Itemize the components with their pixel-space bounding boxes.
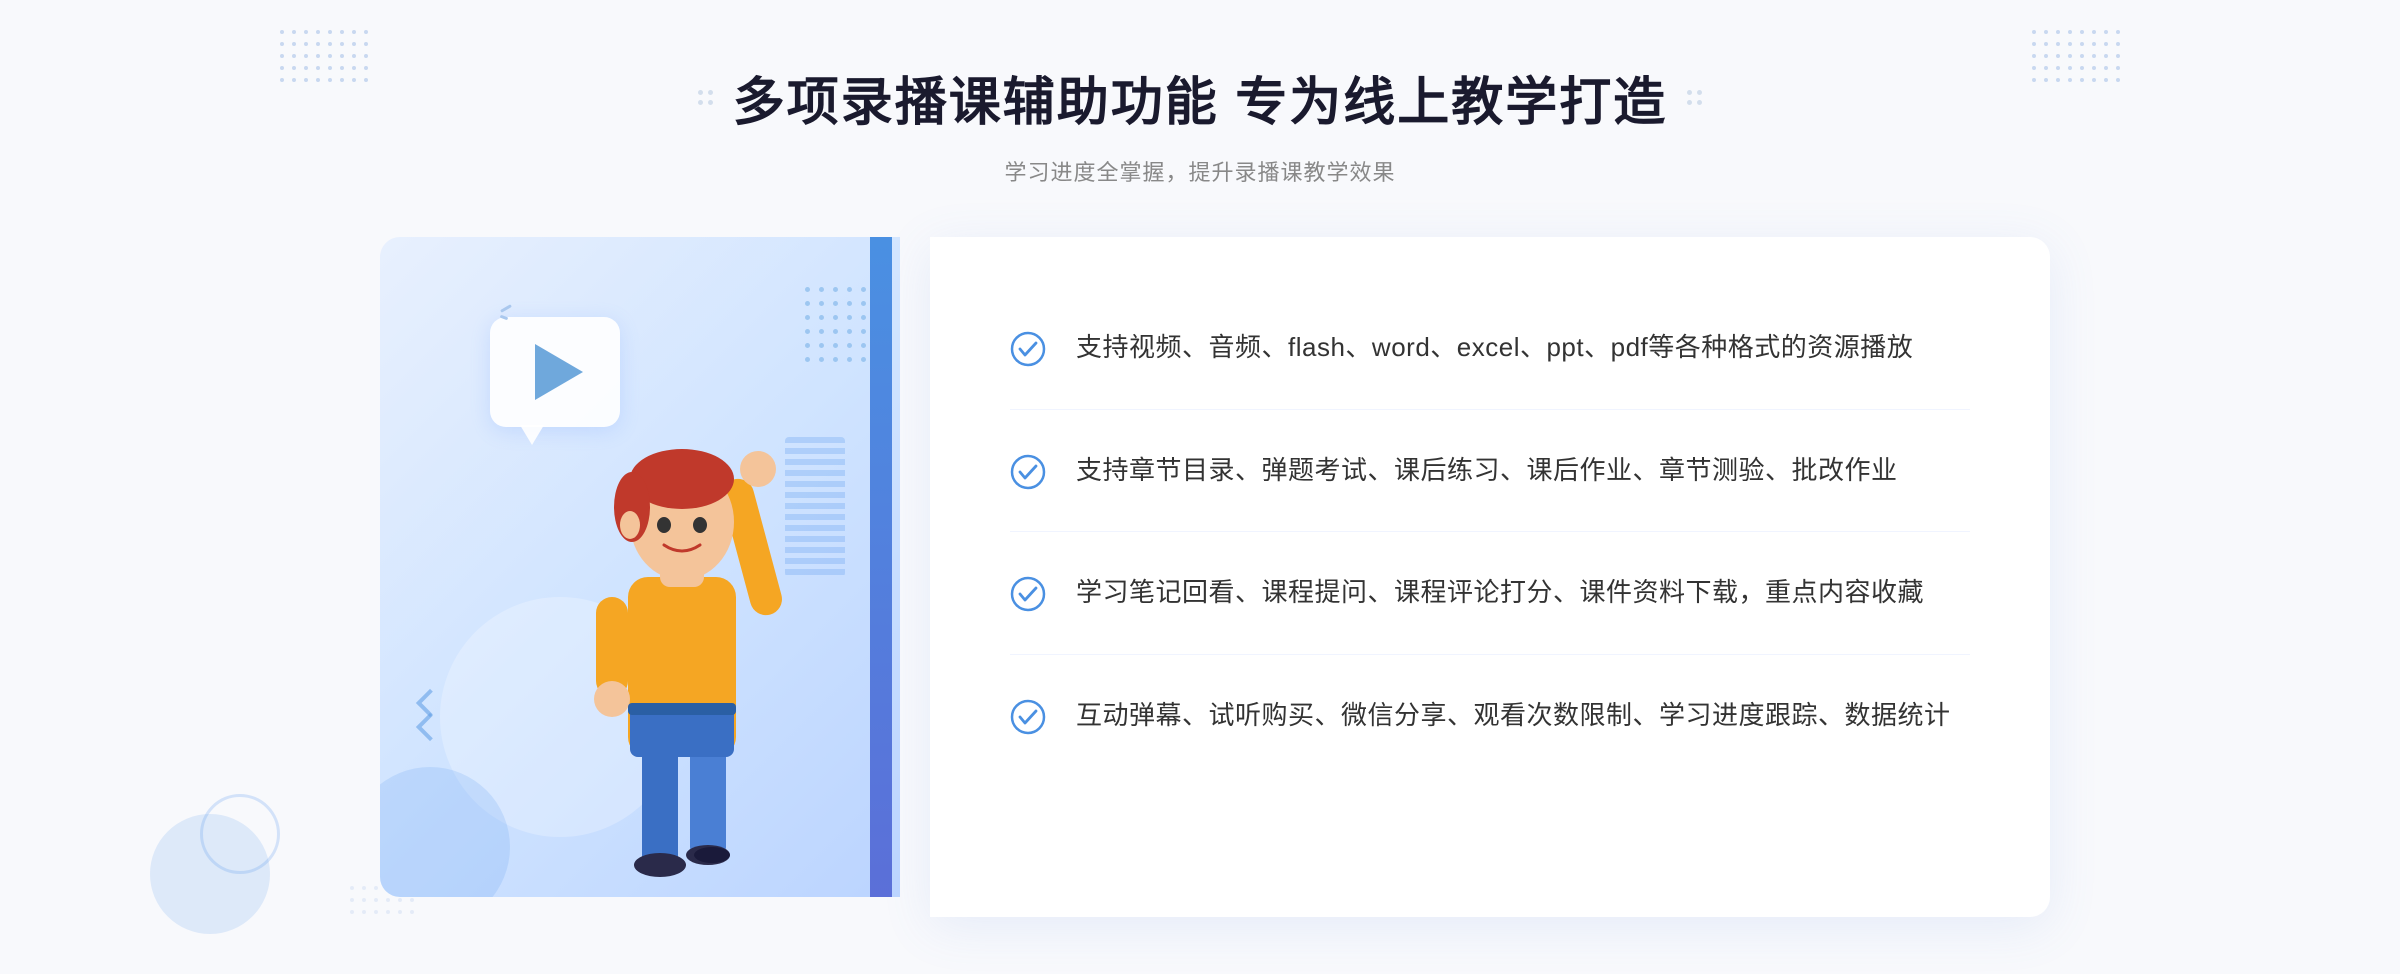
page-title: 多项录播课辅助功能 专为线上教学打造 <box>733 60 1667 135</box>
title-left-dots <box>698 90 713 105</box>
title-right-dots <box>1687 90 1702 105</box>
feature-item-3: 学习笔记回看、课程提问、课程评论打分、课件资料下载，重点内容收藏 <box>1010 532 1970 655</box>
illustration-container <box>350 237 930 917</box>
check-icon-3 <box>1010 576 1046 612</box>
check-icon-2 <box>1010 454 1046 490</box>
accent-bar <box>870 237 892 897</box>
feature-item-4: 互动弹幕、试听购买、微信分享、观看次数限制、学习进度跟踪、数据统计 <box>1010 655 1970 777</box>
feature-text-2: 支持章节目录、弹题考试、课后练习、课后作业、章节测验、批改作业 <box>1076 450 1898 492</box>
shine-decoration <box>500 307 512 319</box>
features-panel: 支持视频、音频、flash、word、excel、ppt、pdf等各种格式的资源… <box>930 237 2050 917</box>
feature-item-1: 支持视频、音频、flash、word、excel、ppt、pdf等各种格式的资源… <box>1010 287 1970 410</box>
illustration-bg <box>380 237 900 897</box>
arrow-decoration <box>420 693 440 737</box>
title-row: 多项录播课辅助功能 专为线上教学打造 <box>0 60 2400 135</box>
illus-dots-pattern <box>805 287 880 362</box>
check-icon-1 <box>1010 331 1046 367</box>
feature-text-4: 互动弹幕、试听购买、微信分享、观看次数限制、学习进度跟踪、数据统计 <box>1076 695 1951 737</box>
person-illustration <box>542 377 822 897</box>
page-container: 多项录播课辅助功能 专为线上教学打造 学习进度全掌握，提升录播课教学效果 <box>0 0 2400 974</box>
content-area: 支持视频、音频、flash、word、excel、ppt、pdf等各种格式的资源… <box>350 237 2050 917</box>
page-subtitle: 学习进度全掌握，提升录播课教学效果 <box>0 155 2400 187</box>
header-section: 多项录播课辅助功能 专为线上教学打造 学习进度全掌握，提升录播课教学效果 <box>0 0 2400 187</box>
check-icon-4 <box>1010 699 1046 735</box>
feature-text-1: 支持视频、音频、flash、word、excel、ppt、pdf等各种格式的资源… <box>1076 327 1913 369</box>
feature-item-2: 支持章节目录、弹题考试、课后练习、课后作业、章节测验、批改作业 <box>1010 410 1970 533</box>
deco-circle-outline-bottom <box>200 794 280 874</box>
feature-text-3: 学习笔记回看、课程提问、课程评论打分、课件资料下载，重点内容收藏 <box>1076 572 1924 614</box>
